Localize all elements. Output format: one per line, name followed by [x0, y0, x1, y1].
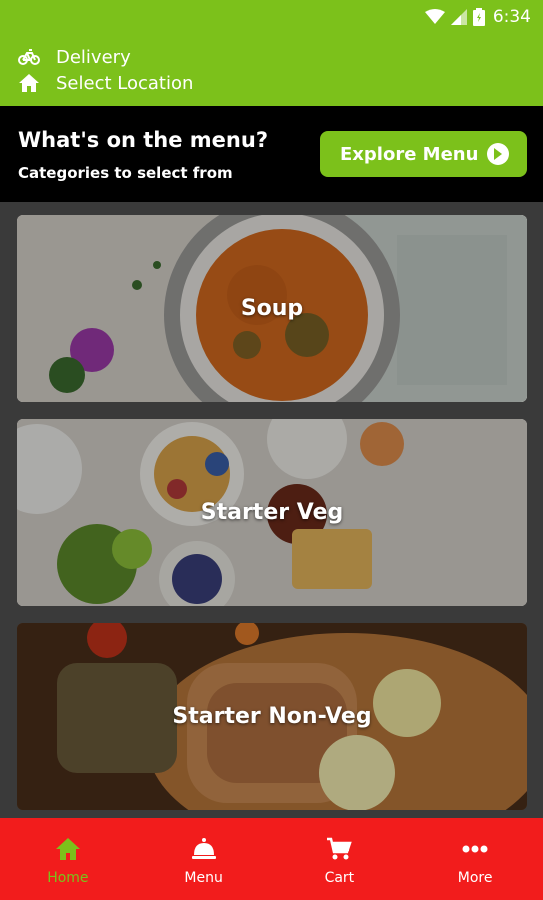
cloche-icon	[190, 836, 218, 862]
nav-home-label: Home	[47, 870, 89, 886]
select-location-label: Select Location	[56, 72, 194, 94]
home-icon	[54, 836, 82, 862]
cart-icon	[325, 836, 353, 862]
nav-cart[interactable]: Cart	[272, 818, 408, 900]
delivery-label: Delivery	[56, 46, 131, 68]
status-bar: 6:34	[0, 0, 543, 34]
category-card-starter-non-veg[interactable]: Starter Non-Veg	[17, 623, 527, 810]
category-label: Soup	[240, 296, 304, 321]
explore-menu-button[interactable]: Explore Menu	[320, 131, 527, 177]
banner-subtitle: Categories to select from	[18, 164, 233, 182]
banner-title: What's on the menu?	[18, 128, 269, 152]
category-card-starter-veg[interactable]: Starter Veg	[17, 419, 527, 606]
nav-more[interactable]: More	[407, 818, 543, 900]
category-list: Soup Starter Veg Starter Non-Veg	[0, 202, 543, 818]
category-label: Starter Non-Veg	[172, 704, 372, 729]
home-icon	[18, 72, 40, 94]
nav-menu-label: Menu	[184, 870, 223, 886]
nav-home[interactable]: Home	[0, 818, 136, 900]
status-time: 6:34	[492, 7, 531, 27]
explore-menu-label: Explore Menu	[340, 143, 479, 165]
status-icons	[424, 8, 485, 26]
battery-icon	[472, 8, 485, 26]
wifi-icon	[424, 9, 445, 24]
nav-cart-label: Cart	[324, 870, 355, 886]
arrow-right-icon	[487, 143, 509, 165]
bicycle-icon	[18, 46, 40, 68]
bottom-nav: Home Menu Cart More	[0, 818, 543, 900]
menu-banner: What's on the menu? Categories to select…	[0, 106, 543, 202]
app-header: Delivery Select Location	[0, 34, 543, 106]
signal-icon	[450, 9, 467, 25]
nav-more-label: More	[457, 870, 493, 886]
nav-menu[interactable]: Menu	[136, 818, 272, 900]
more-icon	[461, 836, 489, 862]
category-label: Starter Veg	[200, 500, 344, 525]
delivery-row[interactable]: Delivery	[18, 44, 543, 70]
category-card-soup[interactable]: Soup	[17, 215, 527, 402]
select-location-row[interactable]: Select Location	[18, 70, 543, 96]
